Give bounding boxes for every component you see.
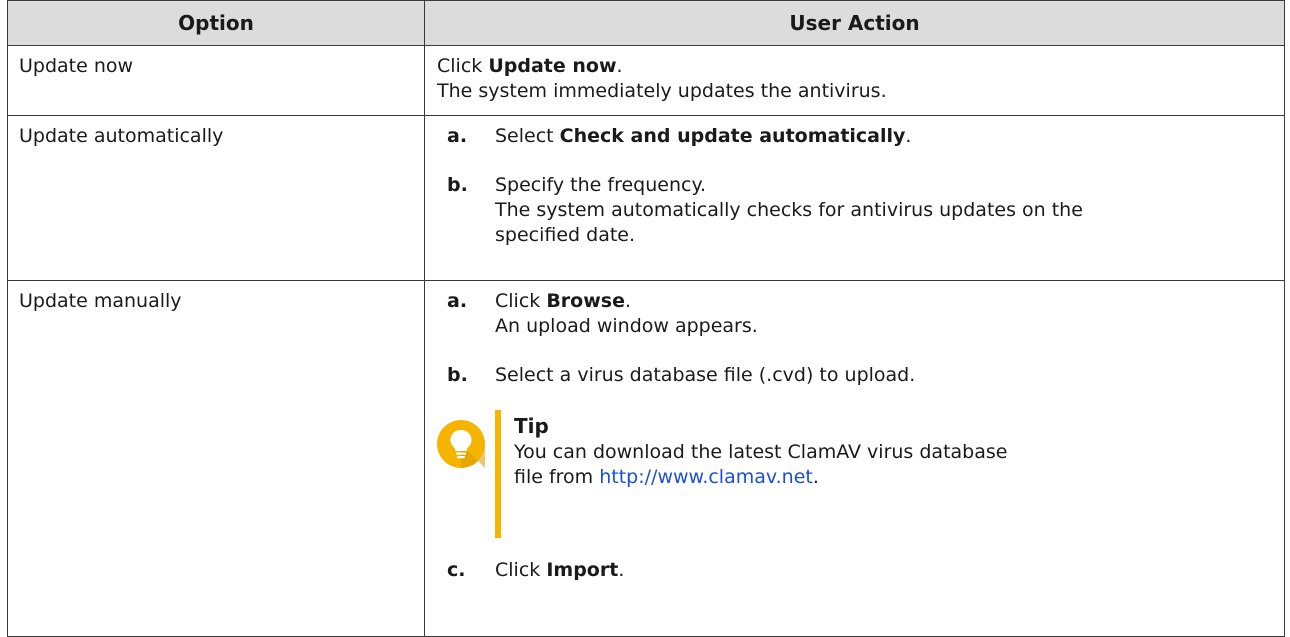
table-row: Update now Click Update now. The system … bbox=[7, 45, 1285, 116]
action-text: Click bbox=[437, 55, 489, 77]
action-cell: a. Click Browse. An upload window appear… bbox=[424, 280, 1285, 637]
step-a: a. Select Check and update automatically… bbox=[437, 124, 1272, 149]
clamav-link[interactable]: http://www.clamav.net bbox=[599, 466, 813, 488]
table-row: Update automatically a. Select Check and… bbox=[7, 115, 1285, 281]
step-b: b. Specify the frequency. The system aut… bbox=[437, 173, 1272, 248]
tip-title: Tip bbox=[514, 414, 549, 438]
tip-accent-bar bbox=[495, 410, 501, 538]
step-text: . bbox=[905, 125, 912, 147]
step-text: . bbox=[624, 290, 632, 312]
step-a: a. Click Browse. An upload window appear… bbox=[437, 289, 1272, 339]
step-result: specified date. bbox=[495, 224, 636, 246]
tip-content: Tip You can download the latest ClamAV v… bbox=[514, 410, 1007, 490]
step-result: The system automatically checks for anti… bbox=[495, 199, 1083, 221]
tip-callout: Tip You can download the latest ClamAV v… bbox=[437, 410, 1272, 538]
option-cell: Update manually bbox=[7, 280, 425, 637]
step-label: b. bbox=[447, 174, 468, 196]
step-result: An upload window appears. bbox=[495, 315, 758, 337]
ui-term: Update now bbox=[488, 55, 617, 77]
step-text: Select a virus database file (.cvd) to u… bbox=[495, 364, 916, 386]
tip-text: . bbox=[812, 466, 819, 488]
step-label: a. bbox=[447, 290, 468, 312]
ui-term: Browse bbox=[546, 290, 625, 312]
action-result: The system immediately updates the antiv… bbox=[437, 80, 887, 102]
step-text: . bbox=[618, 559, 625, 581]
options-table: Option User Action Update now Click Upda… bbox=[7, 0, 1285, 637]
step-text: Click bbox=[495, 559, 547, 581]
tip-text: file from bbox=[514, 466, 600, 488]
step-label: a. bbox=[447, 125, 468, 147]
tip-text-line2: file from http://www.clamav.net. bbox=[514, 465, 1007, 490]
action-text: . bbox=[616, 55, 623, 77]
step-text: Click bbox=[495, 290, 547, 312]
step-b: b. Select a virus database file (.cvd) t… bbox=[437, 363, 1272, 388]
action-cell: Click Update now. The system immediately… bbox=[424, 45, 1285, 116]
ui-term: Import bbox=[546, 559, 619, 581]
option-cell: Update now bbox=[7, 45, 425, 116]
action-line: Click Update now. bbox=[437, 54, 1272, 79]
header-option: Option bbox=[7, 0, 425, 46]
tip-text: You can download the latest ClamAV virus… bbox=[514, 441, 1008, 463]
action-cell: a. Select Check and update automatically… bbox=[424, 115, 1285, 281]
option-cell: Update automatically bbox=[7, 115, 425, 281]
ui-term: Check and update automatically bbox=[559, 125, 906, 147]
step-text: Specify the frequency. bbox=[495, 174, 707, 196]
step-label: c. bbox=[447, 559, 466, 581]
lightbulb-icon bbox=[437, 420, 485, 468]
step-text: Select bbox=[495, 125, 560, 147]
step-label: b. bbox=[447, 364, 468, 386]
table-row: Update manually a. Click Browse. An uplo… bbox=[7, 280, 1285, 637]
header-user-action: User Action bbox=[424, 0, 1285, 46]
step-c: c. Click Import. bbox=[437, 558, 1272, 583]
table-header-row: Option User Action bbox=[7, 0, 1285, 46]
